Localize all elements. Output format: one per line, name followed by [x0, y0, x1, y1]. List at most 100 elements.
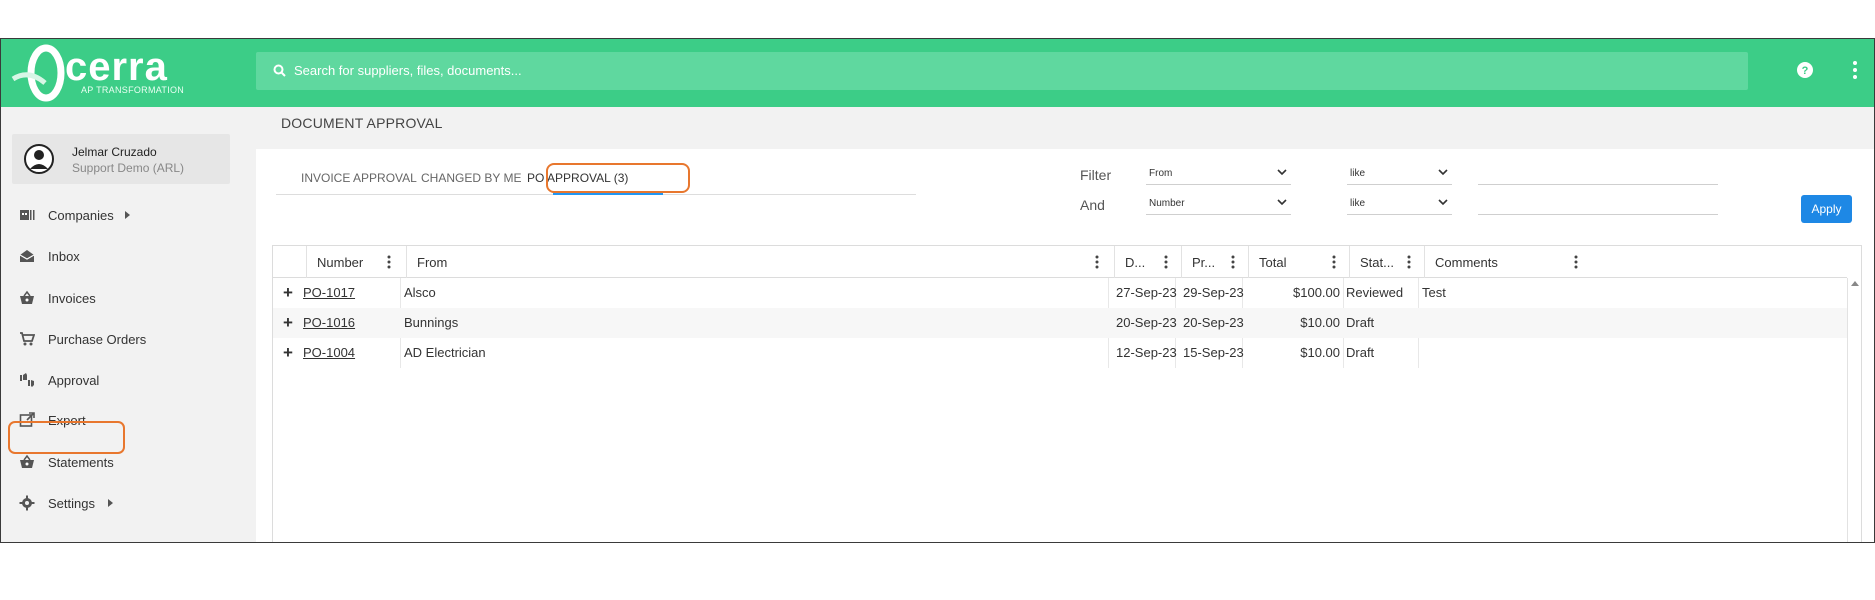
total-cell: $10.00	[1300, 345, 1340, 360]
sidebar-item-label: Approval	[48, 372, 100, 388]
approval-highlight	[8, 421, 125, 454]
po-number-link[interactable]: PO-1016	[303, 308, 355, 338]
column-header-promised[interactable]: Pr...	[1181, 246, 1248, 278]
chevron-right-icon	[125, 211, 130, 219]
user-card[interactable]: Jelmar Cruzado Support Demo (ARL)	[12, 134, 230, 184]
search-input[interactable]: Search for suppliers, files, documents..…	[294, 63, 522, 78]
filter-field-select-1[interactable]: From	[1146, 163, 1291, 185]
from-cell: Alsco	[404, 285, 436, 300]
thumbs-icon	[20, 373, 34, 387]
logo-mark-icon	[11, 44, 65, 102]
filter-field-select-2[interactable]: Number	[1146, 193, 1291, 215]
column-label: Pr...	[1192, 255, 1216, 270]
sidebar-item-label: Settings	[48, 495, 95, 511]
filter-value-input-1[interactable]	[1478, 163, 1718, 185]
sidebar-item-settings[interactable]: Settings	[1, 488, 256, 518]
sidebar-item-purchase-orders[interactable]: Purchase Orders	[1, 324, 256, 354]
main-panel: INVOICE APPROVAL CHANGED BY ME PO APPROV…	[256, 149, 1874, 542]
date-cell: 12-Sep-23	[1116, 345, 1177, 360]
promised-cell: 29-Sep-23	[1183, 285, 1244, 300]
page-title: DOCUMENT APPROVAL	[281, 115, 443, 131]
help-icon[interactable]: ?	[1796, 61, 1814, 79]
table-row[interactable]: + PO-1016 Bunnings 20-Sep-23 20-Sep-23 $…	[273, 308, 1847, 338]
column-menu-icon[interactable]	[1231, 255, 1235, 269]
total-cell: $10.00	[1300, 315, 1340, 330]
column-menu-icon[interactable]	[1164, 255, 1168, 269]
sidebar-item-approval[interactable]: Approval	[1, 365, 256, 395]
search-bar[interactable]: Search for suppliers, files, documents..…	[256, 52, 1748, 90]
column-label: Comments	[1435, 255, 1498, 270]
column-menu-icon[interactable]	[1332, 255, 1336, 269]
status-cell: Draft	[1346, 345, 1375, 360]
po-number-link[interactable]: PO-1017	[303, 278, 355, 308]
column-header-total[interactable]: Total	[1248, 246, 1349, 278]
top-bar: cerra AP TRANSFORMATION Search for suppl…	[1, 39, 1874, 107]
chevron-right-icon	[108, 499, 113, 507]
sidebar-item-invoices[interactable]: Invoices	[1, 283, 256, 313]
column-header-from[interactable]: From	[406, 246, 1114, 278]
po-approval-grid: Number From D... Pr... Total Stat... Com…	[272, 245, 1862, 542]
filter-label: Filter	[1080, 167, 1112, 183]
sidebar-item-companies[interactable]: Companies	[1, 200, 256, 230]
chevron-down-icon	[1277, 169, 1287, 176]
column-header-number[interactable]: Number	[306, 246, 406, 278]
sidebar-item-label: Purchase Orders	[48, 331, 147, 347]
total-cell: $100.00	[1293, 285, 1340, 300]
filter-op-select-1[interactable]: like	[1347, 163, 1452, 185]
expand-plus-icon[interactable]: +	[281, 278, 295, 308]
column-header-status[interactable]: Stat...	[1349, 246, 1424, 278]
user-name: Jelmar Cruzado	[72, 145, 157, 159]
search-icon	[273, 64, 286, 77]
column-menu-icon[interactable]	[1095, 255, 1099, 269]
column-header-comments[interactable]: Comments	[1424, 246, 1593, 278]
apply-button[interactable]: Apply	[1801, 195, 1852, 223]
po-number-link[interactable]: PO-1004	[303, 338, 355, 368]
statements-basket-icon	[20, 454, 34, 468]
tab-changed-by-me[interactable]: CHANGED BY ME	[421, 171, 521, 185]
sidebar-item-label: Inbox	[48, 248, 80, 264]
svg-text:?: ?	[1802, 65, 1809, 77]
select-value: like	[1350, 198, 1366, 209]
column-label: Number	[317, 255, 364, 270]
vertical-scrollbar[interactable]	[1847, 278, 1861, 542]
table-row[interactable]: + PO-1004 AD Electrician 12-Sep-23 15-Se…	[273, 338, 1847, 368]
chevron-down-icon	[1277, 199, 1287, 206]
sidebar: Jelmar Cruzado Support Demo (ARL) Compan…	[1, 107, 256, 542]
tab-highlight	[546, 163, 690, 193]
chevron-down-icon	[1438, 199, 1448, 206]
from-cell: AD Electrician	[404, 345, 486, 360]
column-label: Total	[1259, 255, 1287, 270]
more-vert-icon[interactable]	[1846, 59, 1864, 81]
cerra-logo[interactable]: cerra AP TRANSFORMATION	[11, 43, 186, 103]
select-value: Number	[1149, 198, 1185, 209]
scroll-up-icon[interactable]	[1851, 281, 1859, 286]
column-menu-icon[interactable]	[1574, 255, 1578, 269]
promised-cell: 15-Sep-23	[1183, 345, 1244, 360]
expand-plus-icon[interactable]: +	[281, 308, 295, 338]
filter-value-input-2[interactable]	[1478, 193, 1718, 215]
promised-cell: 20-Sep-23	[1183, 315, 1244, 330]
select-value: like	[1350, 168, 1366, 179]
column-label: Stat...	[1360, 255, 1394, 270]
chevron-down-icon	[1438, 169, 1448, 176]
expand-plus-icon[interactable]: +	[281, 338, 295, 368]
column-menu-icon[interactable]	[1407, 255, 1411, 269]
tab-invoice-approval[interactable]: INVOICE APPROVAL	[301, 171, 417, 185]
filter-op-select-2[interactable]: like	[1347, 193, 1452, 215]
table-row[interactable]: + PO-1017 Alsco 27-Sep-23 29-Sep-23 $100…	[273, 278, 1847, 308]
column-menu-icon[interactable]	[387, 255, 391, 269]
inbox-icon	[19, 250, 35, 262]
comments-cell: Test	[1422, 285, 1446, 300]
gear-icon	[19, 495, 35, 511]
date-cell: 20-Sep-23	[1116, 315, 1177, 330]
logo-tagline: AP TRANSFORMATION	[81, 85, 185, 95]
cart-icon	[20, 332, 35, 346]
column-header-date[interactable]: D...	[1114, 246, 1181, 278]
select-value: From	[1149, 168, 1173, 179]
sidebar-item-inbox[interactable]: Inbox	[1, 241, 256, 271]
user-org: Support Demo (ARL)	[72, 161, 185, 175]
column-label: D...	[1125, 255, 1146, 270]
expand-column-header	[273, 246, 306, 278]
sidebar-item-label: Statements	[48, 454, 114, 470]
logo-text: cerra	[65, 45, 168, 89]
